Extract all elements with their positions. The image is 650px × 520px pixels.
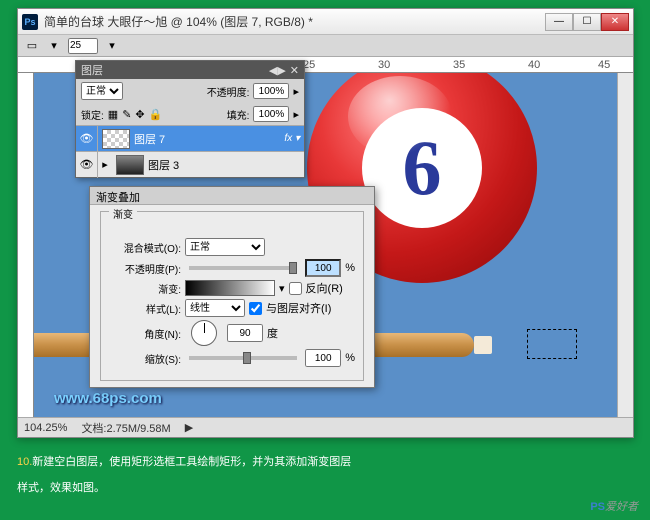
layer-thumbnail[interactable] [102,129,130,149]
selection-marquee[interactable] [527,329,577,359]
lock-all-icon[interactable]: 🔒 [149,108,163,121]
chevron-down-icon[interactable]: ▸ [293,108,299,121]
scale-input[interactable] [305,349,341,367]
style-select[interactable]: 线性 [185,299,245,317]
ruler-vertical [18,73,34,417]
chevron-down-icon[interactable]: ▾ [279,282,285,295]
blend-mode-label: 混合模式(O): [109,240,181,255]
tutorial-caption: 10.新建空白图层，使用矩形选框工具绘制矩形，并为其添加渐变图层 样式，效果如图… [17,448,633,499]
lock-brush-icon[interactable]: ✎ [122,108,131,121]
opacity-label: 不透明度(P): [109,261,181,276]
close-button[interactable]: ✕ [601,13,629,31]
visibility-icon[interactable]: 👁 [76,126,98,152]
reverse-checkbox[interactable] [289,282,302,295]
panel-collapse-icon[interactable]: ◀▶ [269,64,286,77]
scale-slider[interactable] [189,356,297,360]
brand-ps: PS [590,501,605,513]
angle-dial[interactable] [191,320,217,346]
lock-transparent-icon[interactable]: ▦ [108,108,118,121]
brand-watermark: PS爱好者 [590,498,638,514]
layer-name[interactable]: 图层 3 [148,157,179,173]
maximize-button[interactable]: ☐ [573,13,601,31]
fill-label: 填充: [227,107,250,122]
folder-arrow-icon[interactable]: ▸ [98,158,112,171]
layers-panel-header[interactable]: 图层 ◀▶ ✕ [76,61,304,79]
scrollbar-vertical[interactable] [617,73,633,417]
window-title: 简单的台球 大眼仔～旭 @ 104% (图层 7, RGB/8) * [44,13,545,30]
layer-fx-badge[interactable]: fx ▾ [284,133,300,144]
brush-size-input[interactable] [68,38,98,54]
angle-unit: 度 [267,325,278,341]
options-bar: ▭ ▾ ▾ [18,35,633,57]
lock-move-icon[interactable]: ✥ [135,108,144,121]
layer-name[interactable]: 图层 7 [134,131,165,147]
cue-tip [474,336,492,354]
caption-line2: 样式，效果如图。 [17,482,105,494]
gradient-fieldset: 渐变 混合模式(O): 正常 不透明度(P): % 渐变: ▾ 反向(R) 样式… [100,211,364,381]
fill-input[interactable] [253,106,289,122]
chevron-down-icon[interactable]: ▾ [104,39,120,53]
ball-highlight [348,76,452,157]
caption-line1: 新建空白图层，使用矩形选框工具绘制矩形，并为其添加渐变图层 [32,456,351,468]
brand-rest: 爱好者 [605,501,638,513]
dialog-title[interactable]: 渐变叠加 [90,187,374,205]
percent-label: % [345,262,355,274]
align-checkbox[interactable] [249,302,262,315]
panel-close-icon[interactable]: ✕ [290,64,299,77]
gradient-label: 渐变: [109,281,181,296]
layer-thumbnail[interactable] [116,155,144,175]
layer-item-selected[interactable]: 👁 图层 7 fx ▾ [76,125,304,151]
blend-mode-select[interactable]: 正常 [185,238,265,256]
status-bar: 104.25% 文档:2.75M/9.58M ▶ [18,417,633,437]
doc-size: 文档:2.75M/9.58M [81,420,170,436]
gradient-preview[interactable] [185,280,275,296]
reverse-label: 反向(R) [306,280,343,296]
scale-label: 缩放(S): [109,351,181,366]
titlebar[interactable]: Ps 简单的台球 大眼仔～旭 @ 104% (图层 7, RGB/8) * — … [18,9,633,35]
zoom-level[interactable]: 104.25% [24,422,67,434]
opacity-input[interactable] [253,83,289,99]
style-label: 样式(L): [109,301,181,316]
layers-panel-title: 图层 [81,62,103,78]
minimize-button[interactable]: — [545,13,573,31]
chevron-down-icon[interactable]: ▸ [293,85,299,98]
gradient-overlay-dialog[interactable]: 渐变叠加 渐变 混合模式(O): 正常 不透明度(P): % 渐变: ▾ 反向(… [89,186,375,388]
app-icon: Ps [22,14,38,30]
opacity-label: 不透明度: [207,84,250,99]
status-arrow-icon[interactable]: ▶ [185,421,193,434]
lock-label: 锁定: [81,107,104,122]
layer-item[interactable]: 👁 ▸ 图层 3 [76,151,304,177]
align-label: 与图层对齐(I) [266,300,331,316]
angle-input[interactable] [227,324,263,342]
percent-label: % [345,352,355,364]
layers-panel[interactable]: 图层 ◀▶ ✕ 正常 不透明度: ▸ 锁定: ▦ ✎ ✥ 🔒 填充: ▸ 👁 图… [75,60,305,178]
dropdown-icon[interactable]: ▾ [46,39,62,53]
visibility-icon[interactable]: 👁 [76,152,98,178]
opacity-value-input[interactable] [305,259,341,277]
watermark: www.68ps.com [54,390,162,407]
angle-label: 角度(N): [109,326,181,341]
marquee-tool-icon[interactable]: ▭ [24,39,40,53]
fieldset-label: 渐变 [109,206,137,221]
blend-mode-select[interactable]: 正常 [81,82,123,100]
step-number: 10. [17,456,32,468]
opacity-slider[interactable] [189,266,297,270]
